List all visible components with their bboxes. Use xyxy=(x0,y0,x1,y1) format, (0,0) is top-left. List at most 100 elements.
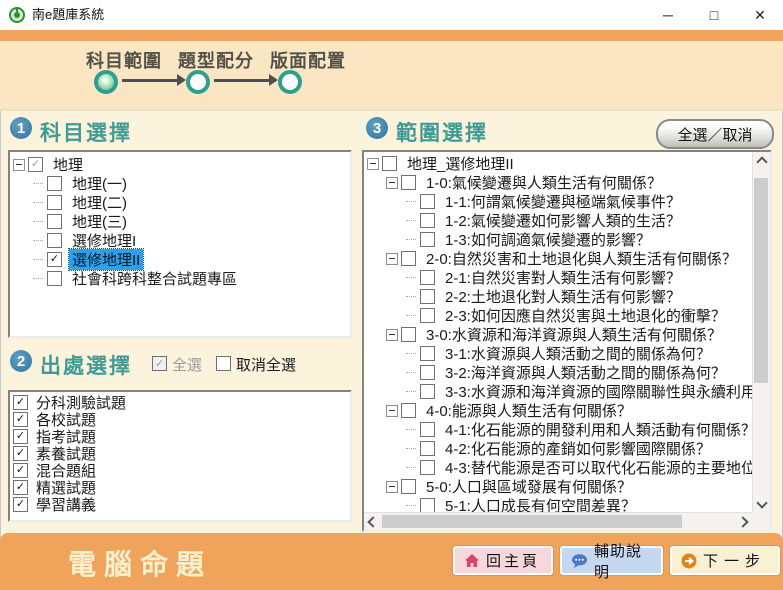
node-label[interactable]: 4-1:化石能源的開發利用和人類活動有何關係？ xyxy=(442,419,753,440)
home-button[interactable]: 回主頁 xyxy=(453,546,553,575)
scope-tree-row[interactable]: 5-0:人口與區域發展有何關係？ xyxy=(364,477,753,496)
node-label[interactable]: 2-0:自然災害和土地退化與人類生活有何關係？ xyxy=(423,248,740,269)
node-label[interactable]: 地理_選修地理II xyxy=(404,153,517,174)
tree-expander-icon[interactable] xyxy=(405,500,417,512)
node-label[interactable]: 1-0:氣候變遷與人類生活有何關係？ xyxy=(423,172,665,193)
tree-expander-icon[interactable] xyxy=(32,216,44,228)
item-checkbox[interactable] xyxy=(13,429,28,444)
item-checkbox[interactable] xyxy=(13,395,28,410)
item-checkbox[interactable] xyxy=(13,497,28,512)
subject-tree-row[interactable]: 地理 xyxy=(10,155,350,174)
scope-tree-row[interactable]: 3-1:水資源與人類活動之間的關係為何？ xyxy=(364,344,753,363)
tree-expander-icon[interactable] xyxy=(405,443,417,455)
node-checkbox[interactable] xyxy=(420,213,435,228)
scope-tree-row[interactable]: 1-0:氣候變遷與人類生活有何關係？ xyxy=(364,173,753,192)
node-label[interactable]: 2-3:如何因應自然災害與土地退化的衝擊？ xyxy=(442,305,729,326)
node-checkbox[interactable] xyxy=(420,346,435,361)
chevron-up-icon[interactable] xyxy=(756,156,767,167)
tree-expander-icon[interactable] xyxy=(386,329,398,341)
tree-expander-icon[interactable] xyxy=(13,159,25,171)
item-checkbox[interactable] xyxy=(13,446,28,461)
tree-expander-icon[interactable] xyxy=(405,424,417,436)
scrollbar-thumb[interactable] xyxy=(382,515,682,528)
tree-expander-icon[interactable] xyxy=(367,158,379,170)
tree-expander-icon[interactable] xyxy=(405,291,417,303)
scope-tree-row[interactable]: 4-2:化石能源的產銷如何影響國際關係？ xyxy=(364,439,753,458)
deselect-all-label[interactable]: 取消全選 xyxy=(236,354,296,375)
node-checkbox[interactable] xyxy=(47,176,62,191)
scope-tree-row[interactable]: 2-1:自然災害對人類生活有何影響？ xyxy=(364,268,753,287)
chevron-down-icon[interactable] xyxy=(756,497,767,508)
tree-expander-icon[interactable] xyxy=(32,197,44,209)
node-checkbox[interactable] xyxy=(47,214,62,229)
node-checkbox[interactable] xyxy=(401,403,416,418)
node-label[interactable]: 3-2:海洋資源與人類活動之間的關係為何？ xyxy=(442,362,729,383)
node-checkbox[interactable] xyxy=(420,498,435,513)
scope-tree-row[interactable]: 地理_選修地理II xyxy=(364,154,753,173)
node-checkbox[interactable] xyxy=(401,327,416,342)
subject-tree-row[interactable]: 選修地理I xyxy=(10,231,350,250)
item-checkbox[interactable] xyxy=(13,480,28,495)
node-checkbox[interactable] xyxy=(420,384,435,399)
node-checkbox[interactable] xyxy=(401,251,416,266)
subject-tree-row[interactable]: 社會科跨科整合試題專區 xyxy=(10,269,350,288)
tree-expander-icon[interactable] xyxy=(405,215,417,227)
tree-expander-icon[interactable] xyxy=(32,178,44,190)
node-label[interactable]: 5-1:人口成長有何空間差異？ xyxy=(442,495,639,513)
item-checkbox[interactable] xyxy=(13,412,28,427)
node-checkbox[interactable] xyxy=(47,271,62,286)
node-label[interactable]: 1-2:氣候變遷如何影響人類的生活？ xyxy=(442,210,684,231)
node-label[interactable]: 4-0:能源與人類生活有何關係？ xyxy=(423,400,635,421)
subject-tree-row[interactable]: 地理(三) xyxy=(10,212,350,231)
horizontal-scrollbar[interactable] xyxy=(364,512,753,530)
scope-tree-row[interactable]: 3-3:水資源和海洋資源的國際關聯性與永續利用為何？ xyxy=(364,382,753,401)
item-checkbox[interactable] xyxy=(13,463,28,478)
scope-tree-row[interactable]: 2-2:土地退化對人類生活有何影響？ xyxy=(364,287,753,306)
minimize-button[interactable]: ─ xyxy=(645,0,691,30)
deselect-all-checkbox[interactable] xyxy=(216,356,231,371)
node-checkbox[interactable] xyxy=(420,460,435,475)
tree-expander-icon[interactable] xyxy=(405,348,417,360)
scope-tree-row[interactable]: 2-3:如何因應自然災害與土地退化的衝擊？ xyxy=(364,306,753,325)
tree-expander-icon[interactable] xyxy=(405,462,417,474)
scope-tree-row[interactable]: 1-1:何謂氣候變遷與極端氣候事件？ xyxy=(364,192,753,211)
node-label[interactable]: 選修地理I xyxy=(69,230,139,251)
tree-expander-icon[interactable] xyxy=(32,235,44,247)
tree-expander-icon[interactable] xyxy=(405,310,417,322)
maximize-button[interactable]: □ xyxy=(691,0,737,30)
node-label[interactable]: 4-3:替代能源是否可以取代化石能源的主要地位？ xyxy=(442,457,753,478)
tree-expander-icon[interactable] xyxy=(405,272,417,284)
close-button[interactable]: ✕ xyxy=(737,0,783,30)
node-label[interactable]: 地理(一) xyxy=(69,173,130,194)
chevron-right-icon[interactable] xyxy=(737,516,748,527)
scope-tree-row[interactable]: 3-2:海洋資源與人類活動之間的關係為何？ xyxy=(364,363,753,382)
node-checkbox[interactable] xyxy=(382,156,397,171)
vertical-scrollbar[interactable] xyxy=(752,152,770,513)
node-checkbox[interactable] xyxy=(47,233,62,248)
item-label[interactable]: 學習講義 xyxy=(33,494,99,515)
select-all-label[interactable]: 全選 xyxy=(172,354,202,375)
scope-tree-row[interactable]: 5-1:人口成長有何空間差異？ xyxy=(364,496,753,513)
tree-expander-icon[interactable] xyxy=(405,386,417,398)
node-checkbox[interactable] xyxy=(420,441,435,456)
scope-tree-row[interactable]: 1-2:氣候變遷如何影響人類的生活？ xyxy=(364,211,753,230)
node-label[interactable]: 1-1:何謂氣候變遷與極端氣候事件？ xyxy=(442,191,684,212)
node-label[interactable]: 3-1:水資源與人類活動之間的關係為何？ xyxy=(442,343,714,364)
node-label[interactable]: 5-0:人口與區域發展有何關係？ xyxy=(423,476,635,497)
scope-tree-row[interactable]: 1-3:如何調適氣候變遷的影響？ xyxy=(364,230,753,249)
scope-tree-row[interactable]: 4-1:化石能源的開發利用和人類活動有何關係？ xyxy=(364,420,753,439)
scope-tree-row[interactable]: 4-3:替代能源是否可以取代化石能源的主要地位？ xyxy=(364,458,753,477)
chevron-left-icon[interactable] xyxy=(367,516,378,527)
tree-expander-icon[interactable] xyxy=(405,196,417,208)
node-label[interactable]: 社會科跨科整合試題專區 xyxy=(69,268,240,289)
tree-expander-icon[interactable] xyxy=(32,273,44,285)
tree-expander-icon[interactable] xyxy=(386,405,398,417)
node-label[interactable]: 選修地理II xyxy=(69,249,143,270)
node-label[interactable]: 1-3:如何調適氣候變遷的影響？ xyxy=(442,229,654,250)
node-label[interactable]: 地理(三) xyxy=(69,211,130,232)
node-checkbox[interactable] xyxy=(420,365,435,380)
node-label[interactable]: 2-1:自然災害對人類生活有何影響？ xyxy=(442,267,684,288)
scrollbar-thumb[interactable] xyxy=(754,178,768,383)
tree-expander-icon[interactable] xyxy=(386,253,398,265)
tree-expander-icon[interactable] xyxy=(32,254,44,266)
